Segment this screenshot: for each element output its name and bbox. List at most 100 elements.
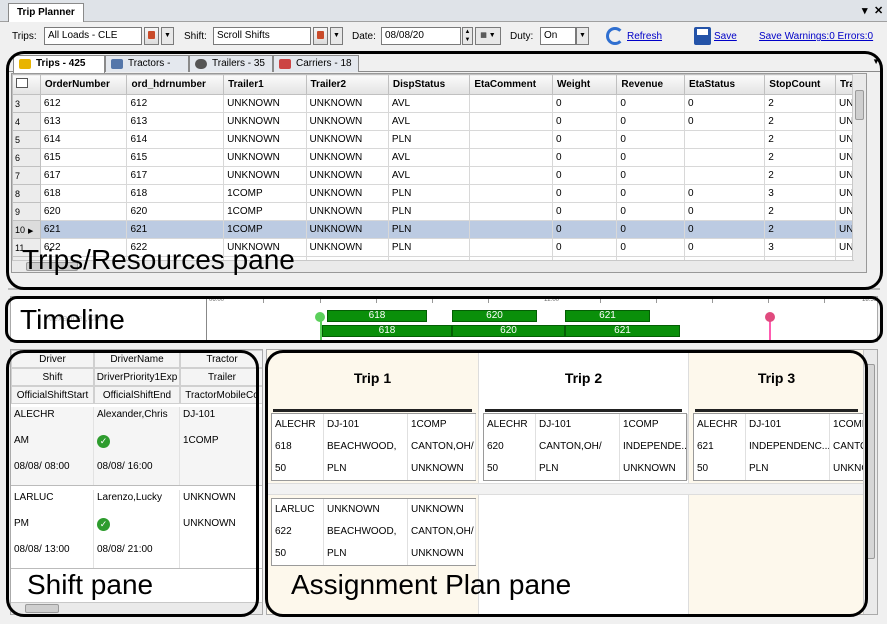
timeline-bar-trip[interactable]: 620 xyxy=(452,310,537,322)
grid-cell[interactable]: 615 xyxy=(126,148,225,167)
grid-cell[interactable]: 618 xyxy=(39,184,128,203)
grid-cell[interactable] xyxy=(683,130,766,149)
grid-col-header[interactable]: Trailer2 xyxy=(305,74,389,95)
tab-trips[interactable]: Trips - 425 xyxy=(13,55,105,73)
grid-cell[interactable]: UNKNOWN xyxy=(223,148,307,167)
grid-col-header[interactable]: EtaComment xyxy=(469,74,554,95)
grid-cell[interactable]: 612 xyxy=(126,94,225,113)
grid-cell[interactable]: UNKNOWN xyxy=(305,220,389,239)
grid-cell[interactable] xyxy=(469,166,554,185)
grid-vertical-scrollbar[interactable] xyxy=(852,74,866,272)
shift-col-header[interactable]: OfficialShiftEnd xyxy=(94,386,180,404)
save-icon[interactable] xyxy=(694,27,711,45)
timeline-bar-trip[interactable]: 618 xyxy=(327,310,427,322)
grid-cell[interactable] xyxy=(469,94,554,113)
grid-cell[interactable]: 0 xyxy=(552,112,618,131)
grid-cell[interactable]: PLN xyxy=(387,130,471,149)
grid-cell[interactable]: 2 xyxy=(764,94,836,113)
trips-clear-icon[interactable] xyxy=(144,27,159,45)
grid-cell[interactable] xyxy=(469,148,554,167)
grid-cell[interactable]: 0 xyxy=(683,220,766,239)
shift-col-header[interactable]: Tractor xyxy=(180,350,262,368)
grid-cell[interactable]: 618 xyxy=(126,184,225,203)
grid-cell[interactable] xyxy=(469,220,554,239)
grid-cell[interactable]: 1COMP xyxy=(223,220,307,239)
grid-cell[interactable]: UNKNOWN xyxy=(305,166,389,185)
tab-trailers[interactable]: Trailers - 35 xyxy=(189,55,273,72)
shift-col-header[interactable]: Shift xyxy=(11,368,94,386)
grid-cell[interactable]: 0 xyxy=(552,130,618,149)
row-number[interactable]: 8 xyxy=(12,184,41,203)
table-row[interactable]: 5 614 614 UNKNOWN UNKNOWN PLN 0 0 2 UNK xyxy=(12,130,866,149)
save-link[interactable]: Save xyxy=(714,31,737,42)
shift-col-header[interactable]: Trailer xyxy=(180,368,262,386)
grid-col-header[interactable]: ord_hdrnumber xyxy=(126,74,225,95)
grid-cell[interactable]: UNKNOWN xyxy=(305,112,389,131)
refresh-icon[interactable] xyxy=(606,27,624,45)
calendar-icon[interactable]: ▦ ▼ xyxy=(475,27,501,45)
table-row[interactable]: 7 617 617 UNKNOWN UNKNOWN AVL 0 0 2 UNK xyxy=(12,166,866,185)
grid-cell[interactable]: 0 xyxy=(683,238,766,257)
grid-cell[interactable]: UNKNOWN xyxy=(223,130,307,149)
grid-cell[interactable]: 620 xyxy=(126,202,225,221)
trips-select[interactable]: All Loads - CLE xyxy=(44,27,142,45)
shift-horizontal-scrollbar[interactable] xyxy=(11,602,262,614)
grid-cell[interactable]: UNKNOWN xyxy=(223,94,307,113)
grid-cell[interactable]: AVL xyxy=(387,166,471,185)
grid-cell[interactable]: 0 xyxy=(552,202,618,221)
column-chooser-icon[interactable] xyxy=(12,74,41,95)
grid-cell[interactable]: UNKNOWN xyxy=(223,112,307,131)
row-number[interactable]: 5 xyxy=(12,130,41,149)
grid-col-header[interactable]: Trailer1 xyxy=(223,74,307,95)
assignment-card[interactable]: LARLUC UNKNOWN UNKNOWN 622 BEACHWOOD, CANTON,… xyxy=(271,498,476,566)
grid-cell[interactable]: 1COMP xyxy=(223,202,307,221)
timeline-bar-trip[interactable]: 618 xyxy=(322,325,452,337)
save-warnings-link[interactable]: Save Warnings:0 Errors:0 xyxy=(759,31,873,42)
row-number[interactable]: 9 xyxy=(12,202,41,221)
grid-col-header[interactable]: EtaStatus xyxy=(683,74,766,95)
grid-cell[interactable]: UNKNOWN xyxy=(305,94,389,113)
grid-cell[interactable]: 617 xyxy=(126,166,225,185)
grid-cell[interactable]: UNKNOWN xyxy=(305,130,389,149)
shift-col-header[interactable]: OfficialShiftStart xyxy=(11,386,94,404)
grid-cell[interactable]: 0 xyxy=(616,112,685,131)
grid-cell[interactable]: 0 xyxy=(552,238,618,257)
date-input[interactable]: 08/08/20 xyxy=(381,27,461,45)
grid-col-header[interactable]: Revenue xyxy=(616,74,685,95)
grid-col-header[interactable]: StopCount xyxy=(764,74,836,95)
grid-cell[interactable]: UNKNOWN xyxy=(223,166,307,185)
grid-vscroll-thumb[interactable] xyxy=(855,90,864,120)
grid-cell[interactable] xyxy=(469,112,554,131)
grid-cell[interactable] xyxy=(683,148,766,167)
pane-splitter[interactable] xyxy=(8,288,880,290)
grid-cell[interactable]: 2 xyxy=(764,130,836,149)
shift-col-header[interactable]: DriverName xyxy=(94,350,180,368)
grid-cell[interactable]: PLN xyxy=(387,202,471,221)
assignment-card[interactable]: ALECHR DJ-101 1COMP 621 INDEPENDENC... CANTO 5… xyxy=(693,413,866,481)
grid-cell[interactable]: 0 xyxy=(616,166,685,185)
grid-cell[interactable]: 0 xyxy=(552,184,618,203)
date-spinner[interactable]: ▲ ▼ xyxy=(462,27,473,45)
shift-dropdown-button[interactable]: ▼ xyxy=(330,27,343,45)
grid-cell[interactable]: 3 xyxy=(764,184,836,203)
grid-cell[interactable]: UNKNOWN xyxy=(305,184,389,203)
grid-cell[interactable]: UNKNOWN xyxy=(305,148,389,167)
shift-col-header[interactable]: TractorMobileCo xyxy=(180,386,262,404)
table-row[interactable]: 6 615 615 UNKNOWN UNKNOWN AVL 0 0 2 UNK xyxy=(12,148,866,167)
tabs-overflow-icon[interactable]: ▼ xyxy=(872,57,880,66)
grid-cell[interactable]: 0 xyxy=(616,148,685,167)
grid-cell[interactable]: 0 xyxy=(683,202,766,221)
row-number[interactable]: 3 xyxy=(12,94,41,113)
assign-vscroll-thumb[interactable] xyxy=(866,364,875,559)
grid-cell[interactable]: 2 xyxy=(764,148,836,167)
row-number[interactable]: 10 ▶ xyxy=(12,220,41,239)
grid-cell[interactable]: PLN xyxy=(387,238,471,257)
grid-cell[interactable]: 612 xyxy=(39,94,128,113)
grid-cell[interactable]: 0 xyxy=(552,220,618,239)
timeline-bar-trip[interactable]: 621 xyxy=(565,325,680,337)
row-number[interactable]: 7 xyxy=(12,166,41,185)
grid-cell[interactable]: 0 xyxy=(683,184,766,203)
grid-cell[interactable] xyxy=(469,184,554,203)
timeline-bar-trip[interactable]: 620 xyxy=(452,325,565,337)
table-row[interactable]: 9 620 620 1COMP UNKNOWN PLN 0 0 0 2 UNK xyxy=(12,202,866,221)
